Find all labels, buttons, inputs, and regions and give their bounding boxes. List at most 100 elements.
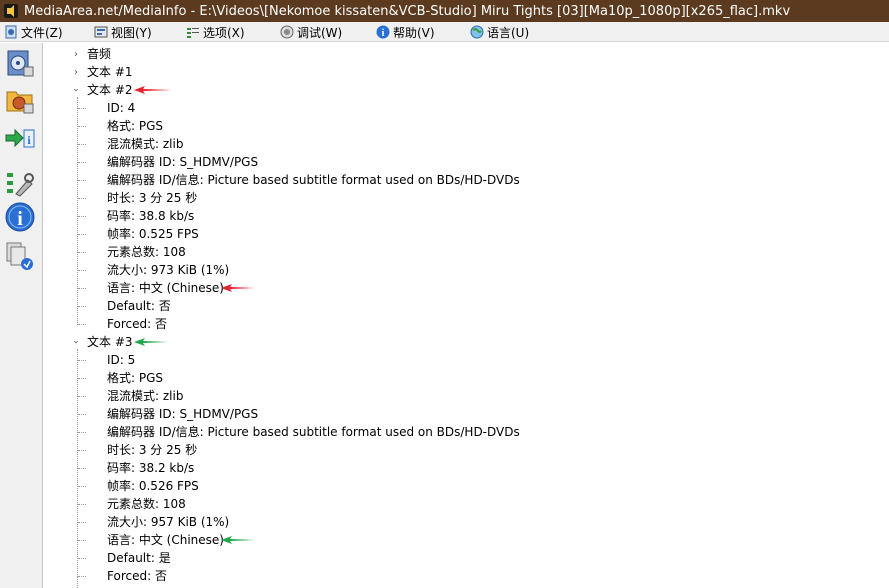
tree-field-row[interactable]: 编解码器 ID: S_HDMV/PGS bbox=[107, 405, 258, 423]
tree-field-row[interactable]: Default: 否 bbox=[107, 297, 171, 315]
menu-debug-label: 调试(W) bbox=[297, 25, 343, 40]
menu-debug[interactable]: 调试(W) bbox=[280, 22, 342, 42]
tree-guide-branch bbox=[78, 540, 86, 541]
tree-guide-branch bbox=[78, 522, 86, 523]
tree-guide-branch bbox=[78, 378, 86, 379]
tree-field-row[interactable]: 元素总数: 108 bbox=[107, 243, 186, 261]
tree-field-row[interactable]: 帧率: 0.526 FPS bbox=[107, 477, 199, 495]
menu-view-label: 视图(Y) bbox=[111, 25, 152, 40]
tree-guide-branch bbox=[78, 450, 86, 451]
tree-guide-branch bbox=[78, 216, 86, 217]
tree-field-row[interactable]: 编解码器 ID: S_HDMV/PGS bbox=[107, 153, 258, 171]
tree-guide-branch bbox=[78, 270, 86, 271]
tree-field-row[interactable]: 混流模式: zlib bbox=[107, 135, 183, 153]
tree-field-row[interactable]: 编解码器 ID/信息: Picture based subtitle forma… bbox=[107, 423, 520, 441]
tree-guide-branch bbox=[78, 306, 86, 307]
tree-guide-branch bbox=[78, 558, 86, 559]
debug-icon bbox=[280, 25, 294, 39]
menu-help[interactable]: i 帮助(V) bbox=[376, 22, 435, 42]
preferences-button[interactable] bbox=[3, 167, 37, 201]
tree-field-row[interactable]: 时长: 3 分 25 秒 bbox=[107, 441, 197, 459]
tree-guide-branch bbox=[78, 144, 86, 145]
tree-guide-branch bbox=[78, 468, 86, 469]
svg-text:i: i bbox=[382, 28, 385, 39]
newest-version-button[interactable] bbox=[3, 239, 37, 273]
tree-field-row[interactable]: 码率: 38.2 kb/s bbox=[107, 459, 194, 477]
tree-guide-branch bbox=[78, 396, 86, 397]
tree-field-row[interactable]: Forced: 否 bbox=[107, 567, 167, 585]
tree-field-row[interactable]: 语言: 中文 (Chinese) bbox=[107, 531, 224, 549]
collapse-chevron-icon[interactable]: › bbox=[67, 337, 85, 347]
tree-node-text2[interactable]: 文本 #2 bbox=[87, 81, 133, 99]
tree-guide-branch bbox=[78, 108, 86, 109]
red-arrow-annotation bbox=[134, 86, 172, 94]
tree-guide-branch bbox=[78, 360, 86, 361]
menu-options-label: 选项(X) bbox=[203, 25, 245, 40]
help-icon: i bbox=[376, 25, 390, 39]
tree-field-row[interactable]: 元素总数: 108 bbox=[107, 495, 186, 513]
tree-guide-branch bbox=[78, 288, 86, 289]
tree-field-row[interactable]: Default: 是 bbox=[107, 549, 171, 567]
tree-field-row[interactable]: 时长: 3 分 25 秒 bbox=[107, 189, 197, 207]
tree-field-row[interactable]: 码率: 38.8 kb/s bbox=[107, 207, 194, 225]
tree-field-row[interactable]: 流大小: 957 KiB (1%) bbox=[107, 513, 229, 531]
expand-chevron-icon[interactable]: › bbox=[71, 63, 81, 81]
open-file-button[interactable] bbox=[3, 46, 37, 80]
open-folder-button[interactable] bbox=[3, 83, 37, 117]
tree-guide-branch bbox=[78, 126, 86, 127]
tree-guide-branch bbox=[78, 414, 86, 415]
svg-text:i: i bbox=[17, 208, 23, 230]
menu-file[interactable]: 文件(Z) bbox=[4, 22, 63, 42]
tree-field-row[interactable]: 语言: 中文 (Chinese) bbox=[107, 279, 224, 297]
green-arrow-annotation bbox=[134, 338, 168, 346]
tree-node-audio[interactable]: 音频 bbox=[87, 45, 111, 63]
tree-field-row[interactable]: 格式: PGS bbox=[107, 117, 163, 135]
newest-version-icon bbox=[6, 242, 33, 270]
tree-field-row[interactable]: ID: 4 bbox=[107, 99, 135, 117]
options-icon bbox=[187, 28, 199, 38]
about-button[interactable]: i bbox=[3, 200, 37, 234]
info-tree-view[interactable]: › 音频 › 文本 #1 › 文本 #2 › 文本 #3 ID: 4 格式: PG… bbox=[43, 43, 889, 588]
expand-chevron-icon[interactable]: › bbox=[71, 45, 81, 63]
tree-guide-branch bbox=[78, 324, 86, 325]
tree-field-row[interactable]: 格式: PGS bbox=[107, 369, 163, 387]
red-arrow-annotation bbox=[221, 284, 255, 292]
open-folder-icon bbox=[6, 91, 34, 114]
menu-bar: 文件(Z) 视图(Y) 选项(X) 调试(W) i 帮助(V) 语言(U) bbox=[0, 22, 889, 42]
menu-language-label: 语言(U) bbox=[487, 25, 530, 40]
tree-guide-branch bbox=[78, 162, 86, 163]
menu-options[interactable]: 选项(X) bbox=[186, 22, 245, 42]
tree-guide-branch bbox=[78, 234, 86, 235]
export-button[interactable]: i bbox=[3, 121, 37, 155]
green-arrow-annotation bbox=[221, 536, 255, 544]
tree-guide-branch bbox=[78, 486, 86, 487]
collapse-chevron-icon[interactable]: › bbox=[67, 85, 85, 95]
tree-guide-branch bbox=[78, 198, 86, 199]
tree-field-row[interactable]: Forced: 否 bbox=[107, 315, 167, 333]
tree-field-row[interactable]: 帧率: 0.525 FPS bbox=[107, 225, 199, 243]
tree-field-row[interactable]: ID: 5 bbox=[107, 351, 135, 369]
menu-file-label: 文件(Z) bbox=[21, 25, 63, 40]
open-file-icon bbox=[7, 50, 34, 77]
tree-guide-branch bbox=[78, 432, 86, 433]
about-icon: i bbox=[5, 202, 35, 232]
view-icon bbox=[94, 26, 108, 38]
window-title: MediaArea.net/MediaInfo - E:\Videos\[Nek… bbox=[24, 3, 791, 19]
tree-field-row[interactable]: 混流模式: zlib bbox=[107, 387, 183, 405]
tree-guide-line bbox=[77, 349, 78, 577]
tree-guide-line bbox=[77, 577, 78, 588]
tree-field-row[interactable]: 编解码器 ID/信息: Picture based subtitle forma… bbox=[107, 171, 520, 189]
title-bar: MediaArea.net/MediaInfo - E:\Videos\[Nek… bbox=[0, 0, 889, 22]
file-icon bbox=[5, 25, 17, 39]
tree-guide-line bbox=[77, 97, 78, 325]
tree-node-text1[interactable]: 文本 #1 bbox=[87, 63, 133, 81]
export-icon: i bbox=[5, 128, 35, 148]
mediainfo-app-icon bbox=[4, 4, 18, 18]
tree-node-text3[interactable]: 文本 #3 bbox=[87, 333, 133, 351]
menu-view[interactable]: 视图(Y) bbox=[94, 22, 152, 42]
language-globe-icon bbox=[470, 25, 484, 39]
menu-language[interactable]: 语言(U) bbox=[470, 22, 529, 42]
tree-field-row[interactable]: 流大小: 973 KiB (1%) bbox=[107, 261, 229, 279]
tree-guide-branch bbox=[78, 504, 86, 505]
sidebar-toolbar: i i bbox=[0, 43, 43, 588]
